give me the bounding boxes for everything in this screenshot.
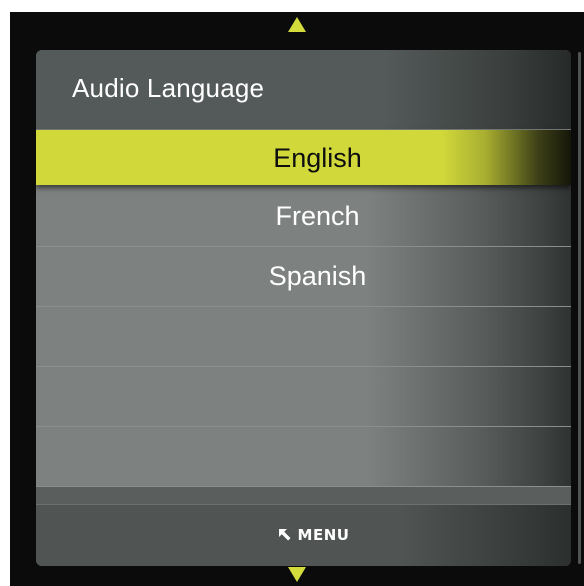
list-item-english[interactable]: English (36, 130, 571, 185)
dialog-header: Audio Language (36, 50, 571, 130)
list-item-label: French (275, 201, 360, 231)
list-item-label: Spanish (268, 261, 367, 291)
dialog-title: Audio Language (72, 73, 265, 103)
list-item-empty-2 (36, 367, 571, 427)
list-item-empty-1 (36, 307, 571, 367)
back-arrow-icon (278, 529, 291, 541)
menu-back-button[interactable]: MENU (278, 526, 350, 544)
scrollbar[interactable] (578, 52, 581, 564)
dialog-footer: MENU (36, 504, 571, 566)
list-item-empty-3 (36, 427, 571, 487)
list-item-french[interactable]: French (36, 185, 571, 247)
down-arrow-icon[interactable] (288, 567, 306, 582)
osd-frame: Audio Language English French Spanish ME… (10, 12, 584, 586)
list-item-label: English (273, 143, 362, 173)
menu-label: MENU (297, 526, 350, 544)
audio-language-dialog: Audio Language English French Spanish ME… (36, 50, 571, 566)
list-item-spanish[interactable]: Spanish (36, 247, 571, 307)
language-list: English French Spanish (36, 130, 571, 492)
up-arrow-icon[interactable] (288, 17, 306, 32)
